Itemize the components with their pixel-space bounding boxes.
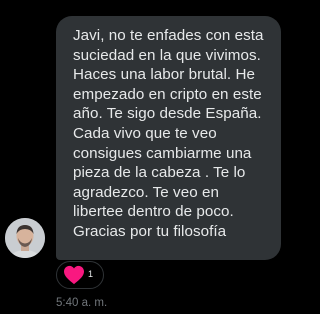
avatar[interactable] (5, 218, 45, 258)
avatar-image (5, 218, 45, 258)
message-timestamp: 5:40 a. m. (56, 297, 108, 309)
reaction-button[interactable]: 1 (56, 261, 104, 289)
message-bubble[interactable]: Javi, no te enfades con esta suciedad en… (56, 16, 281, 260)
reaction-count: 1 (88, 268, 94, 279)
heart-icon (64, 265, 84, 285)
